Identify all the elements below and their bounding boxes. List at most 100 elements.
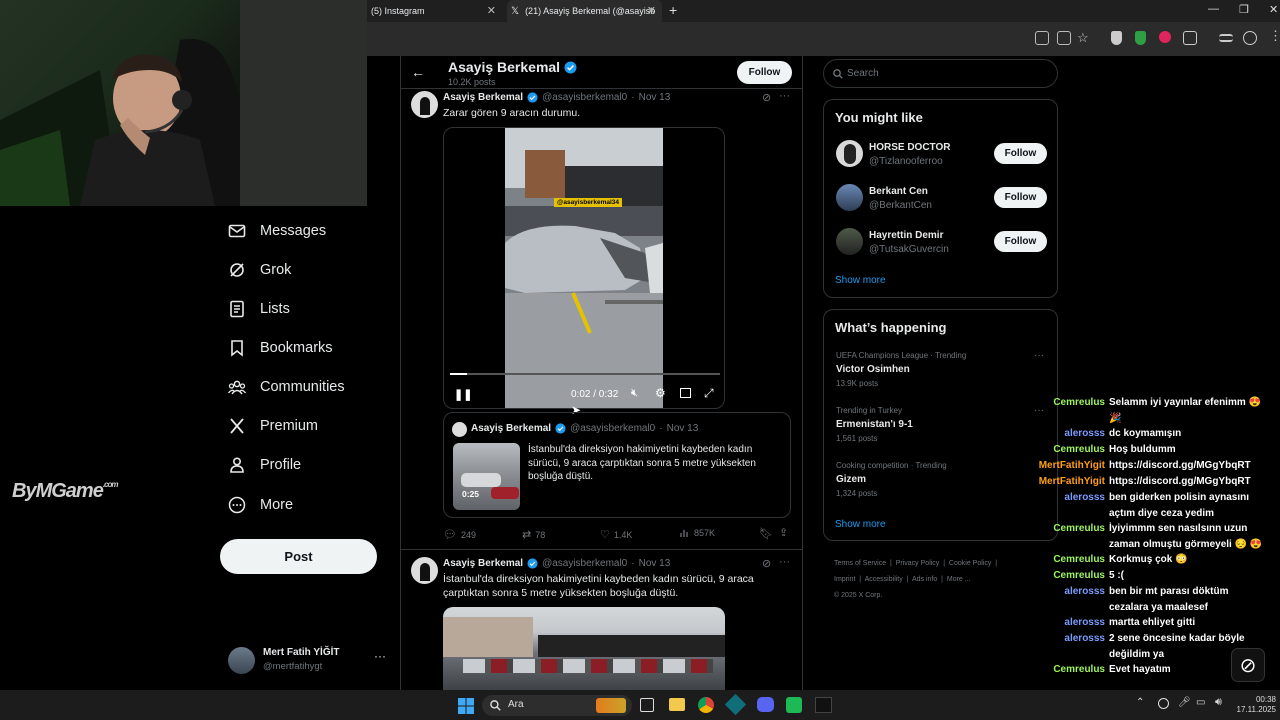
pause-icon[interactable]: ❚❚ — [454, 388, 472, 401]
more-dots-icon[interactable]: ··· — [374, 649, 386, 663]
chat-username[interactable]: Cemreulus — [1000, 568, 1105, 584]
app-icon[interactable] — [724, 693, 747, 716]
nav-grok[interactable]: Grok — [228, 258, 291, 282]
clock[interactable]: 00:38 17.11.2025 — [1236, 695, 1276, 715]
nav-more[interactable]: More — [228, 493, 293, 517]
settings-gear-icon[interactable]: ⚙ — [655, 386, 666, 400]
follow-button[interactable]: Follow — [994, 143, 1047, 164]
author-handle[interactable]: @asayisberkemal0 — [542, 92, 627, 103]
network-icon[interactable]: ▭ — [1196, 697, 1205, 708]
account-switcher[interactable]: Mert Fatih YİĞİT @mertfatihygt ··· — [228, 645, 388, 677]
nav-premium[interactable]: Premium — [228, 414, 318, 438]
video-player[interactable]: @asayisberkemal34 ❚❚ 0:02 / 0:32 🔇︎ ⚙ ⤢ — [443, 127, 725, 409]
show-more-link[interactable]: Show more — [835, 275, 886, 286]
follow-button[interactable]: Follow — [994, 187, 1047, 208]
like-button[interactable]: ♡ 1.4K — [600, 528, 632, 541]
more-dots-icon[interactable]: ··· — [1034, 350, 1044, 361]
obs-icon[interactable] — [815, 697, 832, 713]
nav-communities[interactable]: Communities — [228, 375, 345, 399]
close-tab-icon[interactable]: ✕ — [647, 4, 656, 17]
shield-extension-icon[interactable] — [1111, 31, 1122, 45]
quote-thumbnail[interactable]: 0:25 — [453, 443, 520, 510]
post-button[interactable]: Post — [220, 539, 377, 574]
tray-icon[interactable] — [1158, 698, 1169, 709]
chat-username[interactable]: alerosss — [1000, 631, 1105, 647]
chat-username[interactable]: Cemreulus — [1000, 521, 1105, 537]
maximize-icon[interactable]: ❐ — [1239, 3, 1249, 16]
author-name[interactable]: Asayiş Berkemal — [443, 558, 523, 569]
tweet-image[interactable] — [443, 607, 725, 690]
mute-icon[interactable]: 🔇︎ — [631, 387, 638, 400]
picture-in-picture-icon[interactable] — [680, 388, 691, 398]
volume-icon[interactable]: 🔊︎ — [1215, 696, 1222, 709]
app-icon[interactable] — [786, 697, 802, 713]
footer-link[interactable]: Terms of Service — [834, 560, 886, 567]
tweet-date[interactable]: Nov 13 — [639, 92, 671, 103]
chat-username[interactable]: alerosss — [1000, 490, 1105, 506]
translate-icon[interactable] — [1057, 31, 1071, 45]
extensions-icon[interactable] — [1183, 31, 1197, 45]
chat-username[interactable]: alerosss — [1000, 426, 1105, 442]
avatar[interactable] — [411, 91, 438, 118]
footer-link[interactable]: Imprint — [834, 576, 855, 583]
tab-x[interactable]: 𝕏 (21) Asayiş Berkemal (@asayisb ✕ — [507, 0, 662, 22]
close-window-icon[interactable]: ✕ — [1269, 3, 1278, 16]
nav-lists[interactable]: Lists — [228, 297, 290, 321]
share-icon[interactable]: ⇪ — [779, 526, 788, 539]
follow-suggestion[interactable]: HORSE DOCTOR @Tizlanooferroo Follow — [836, 140, 1056, 176]
nav-bookmarks[interactable]: Bookmarks — [228, 336, 333, 360]
nav-profile[interactable]: Profile — [228, 453, 301, 477]
tab-instagram[interactable]: (5) Instagram ✕ — [367, 0, 502, 22]
chat-username[interactable]: Cemreulus — [1000, 662, 1105, 678]
bookmark-icon[interactable]: 🔖︎ — [759, 527, 773, 540]
nav-messages[interactable]: Messages — [228, 219, 326, 243]
reply-button[interactable]: 💬︎ 249 — [443, 528, 476, 541]
chat-username[interactable]: MertFatihYigit — [1000, 458, 1105, 474]
show-more-link[interactable]: Show more — [835, 519, 886, 530]
avatar[interactable] — [411, 557, 438, 584]
search-input[interactable]: Search — [823, 59, 1058, 88]
footer-link[interactable]: More ... — [947, 576, 971, 583]
footer-link[interactable]: Ads info — [912, 576, 937, 583]
chat-username[interactable]: Cemreulus — [1000, 395, 1105, 411]
close-tab-icon[interactable]: ✕ — [487, 4, 496, 17]
follow-suggestion[interactable]: Hayrettin Demir @TutsakGuvercin Follow — [836, 228, 1056, 264]
follow-button[interactable]: Follow — [994, 231, 1047, 252]
adblock-extension-icon[interactable] — [1135, 31, 1146, 45]
author-handle[interactable]: @asayisberkemal0 — [542, 558, 627, 569]
star-icon[interactable]: ☆ — [1077, 30, 1089, 46]
chat-username[interactable]: Cemreulus — [1000, 442, 1105, 458]
grok-icon[interactable]: ⊘ — [1231, 648, 1265, 682]
trend-item[interactable]: UEFA Champions League · Trending Victor … — [836, 351, 1046, 388]
views-button[interactable]: 857K — [680, 528, 715, 538]
more-dots-icon[interactable]: ··· — [779, 90, 790, 102]
footer-link[interactable]: Cookie Policy — [949, 560, 991, 567]
fullscreen-icon[interactable]: ⤢ — [704, 386, 714, 401]
grok-icon[interactable]: ⊘ — [762, 557, 771, 570]
minimize-icon[interactable]: — — [1208, 3, 1219, 15]
tray-chevron-icon[interactable]: ⌃ — [1136, 697, 1144, 708]
follow-suggestion[interactable]: Berkant Cen @BerkantCen Follow — [836, 184, 1056, 220]
author-name[interactable]: Asayiş Berkemal — [443, 92, 523, 103]
footer-link[interactable]: Accessibility — [865, 576, 903, 583]
new-tab-icon[interactable]: + — [669, 2, 677, 18]
tweet-date[interactable]: Nov 13 — [639, 558, 671, 569]
install-icon[interactable] — [1035, 31, 1049, 45]
more-dots-icon[interactable]: ··· — [779, 556, 790, 568]
chat-username[interactable]: Cemreulus — [1000, 552, 1105, 568]
footer-link[interactable]: Privacy Policy — [896, 560, 940, 567]
chat-username[interactable]: alerosss — [1000, 584, 1105, 600]
menu-kebab-icon[interactable]: ⋮ — [1269, 28, 1280, 44]
windows-start-icon[interactable] — [458, 698, 474, 714]
red-extension-icon[interactable] — [1159, 31, 1171, 43]
quote-tweet[interactable]: Asayiş Berkemal @asayisberkemal0 · Nov 1… — [443, 412, 791, 518]
chat-username[interactable]: MertFatihYigit — [1000, 474, 1105, 490]
taskbar-search[interactable]: Ara — [482, 695, 632, 716]
profile-icon[interactable] — [1243, 31, 1257, 45]
microphone-icon[interactable]: 🎤︎ — [1178, 697, 1191, 708]
media-icon[interactable] — [1219, 34, 1233, 42]
follow-button[interactable]: Follow — [737, 61, 792, 84]
chat-username[interactable]: alerosss — [1000, 615, 1105, 631]
discord-icon[interactable] — [757, 697, 774, 712]
task-view-icon[interactable] — [640, 698, 654, 712]
